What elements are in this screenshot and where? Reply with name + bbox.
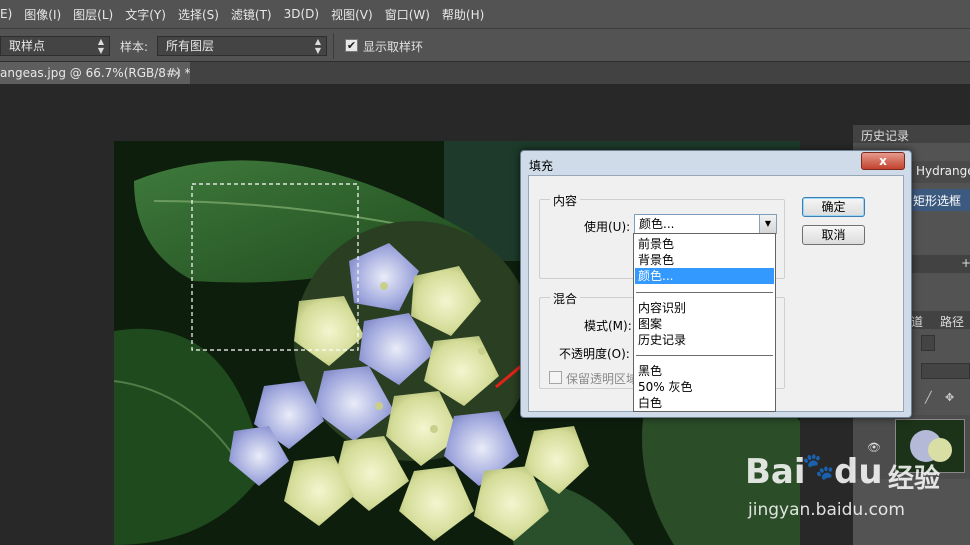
- brush-icon[interactable]: ╱: [925, 391, 932, 404]
- menu-edit[interactable]: E): [0, 7, 18, 21]
- document-tab-title: angeas.jpg @ 66.7%(RGB/8#) *: [0, 66, 190, 80]
- divider: [636, 355, 773, 356]
- option-history[interactable]: 历史记录: [635, 332, 774, 348]
- menu-layer[interactable]: 图层(L): [67, 6, 119, 23]
- option-black[interactable]: 黑色: [635, 363, 774, 379]
- watermark-product: 经验: [888, 464, 941, 494]
- chevron-down-icon[interactable]: ▼: [759, 215, 776, 233]
- move-icon[interactable]: ✥: [945, 391, 954, 404]
- use-value: 颜色...: [639, 217, 675, 231]
- option-content-aware[interactable]: 内容识别: [635, 300, 774, 316]
- tab-channels[interactable]: 道: [911, 313, 923, 330]
- show-ring-checkbox[interactable]: ✔: [345, 39, 358, 52]
- history-step-label: 矩形选框: [913, 194, 962, 208]
- option-background[interactable]: 背景色: [635, 252, 774, 268]
- close-tab-icon[interactable]: ×: [172, 62, 182, 84]
- divider: [636, 292, 773, 293]
- watermark-brand-2: du: [834, 452, 883, 492]
- preserve-transparency-checkbox[interactable]: [549, 371, 562, 384]
- content-group-title: 内容: [550, 192, 581, 209]
- menu-bar: E) 图像(I) 图层(L) 文字(Y) 选择(S) 滤镜(T) 3D(D) 视…: [0, 0, 970, 28]
- option-foreground[interactable]: 前景色: [635, 236, 774, 252]
- menu-filter[interactable]: 滤镜(T): [225, 6, 278, 23]
- close-icon[interactable]: x: [861, 152, 905, 170]
- fill-select[interactable]: [921, 363, 970, 379]
- updown-icon: ▲ ▼: [97, 37, 104, 55]
- menu-window[interactable]: 窗口(W): [379, 6, 436, 23]
- new-icon[interactable]: +: [961, 256, 970, 270]
- sample-size-select[interactable]: 取样点 ▲ ▼: [0, 36, 110, 56]
- sample-layers-select[interactable]: 所有图层 ▲ ▼: [157, 36, 327, 56]
- baidu-watermark: Bai 🐾 du 经验 jingyan.baidu.com: [740, 438, 970, 538]
- ok-button[interactable]: 确定: [802, 197, 865, 217]
- opacity-label: 不透明度(O):: [559, 347, 630, 361]
- menu-help[interactable]: 帮助(H): [436, 6, 490, 23]
- sample-size-value: 取样点: [9, 39, 46, 53]
- option-pattern[interactable]: 图案: [635, 316, 774, 332]
- paw-icon: 🐾: [802, 452, 835, 482]
- document-tab-bar: angeas.jpg @ 66.7%(RGB/8#) * ×: [0, 62, 970, 84]
- options-bar: 取样点 ▲ ▼ 样本: 所有图层 ▲ ▼ ✔ 显示取样环: [0, 28, 970, 62]
- tab-paths[interactable]: 路径: [940, 313, 964, 330]
- history-tab-strip: 历史记录: [853, 125, 970, 143]
- history-doc-name: Hydrangea: [916, 164, 970, 178]
- divider: [333, 33, 334, 59]
- menu-select[interactable]: 选择(S): [172, 6, 225, 23]
- use-dropdown-list: 前景色 背景色 颜色... 内容识别 图案 历史记录 黑色 50% 灰色 白色: [633, 233, 776, 412]
- show-ring-label: 显示取样环: [363, 40, 424, 54]
- updown-icon: ▲ ▼: [314, 37, 321, 55]
- menu-3d[interactable]: 3D(D): [278, 7, 325, 21]
- use-select[interactable]: 颜色... ▼: [634, 214, 777, 234]
- updown-icon[interactable]: [921, 335, 935, 351]
- blend-group-title: 混合: [550, 290, 581, 307]
- dialog-title: 填充: [529, 159, 554, 173]
- option-color[interactable]: 颜色...: [635, 268, 774, 284]
- history-tab[interactable]: 历史记录: [861, 127, 909, 144]
- sample-label: 样本:: [120, 40, 149, 54]
- option-gray[interactable]: 50% 灰色: [635, 379, 774, 395]
- menu-image[interactable]: 图像(I): [18, 6, 67, 23]
- mode-label: 模式(M):: [584, 319, 632, 333]
- watermark-brand: Bai: [745, 452, 806, 492]
- watermark-url: jingyan.baidu.com: [748, 500, 905, 520]
- sample-layers-value: 所有图层: [166, 39, 215, 53]
- use-label: 使用(U):: [584, 220, 631, 234]
- document-tab[interactable]: angeas.jpg @ 66.7%(RGB/8#) * ×: [0, 62, 190, 84]
- preserve-transparency-label: 保留透明区域: [566, 372, 639, 386]
- option-white[interactable]: 白色: [635, 395, 774, 411]
- menu-view[interactable]: 视图(V): [325, 6, 379, 23]
- cancel-button[interactable]: 取消: [802, 225, 865, 245]
- menu-type[interactable]: 文字(Y): [119, 6, 172, 23]
